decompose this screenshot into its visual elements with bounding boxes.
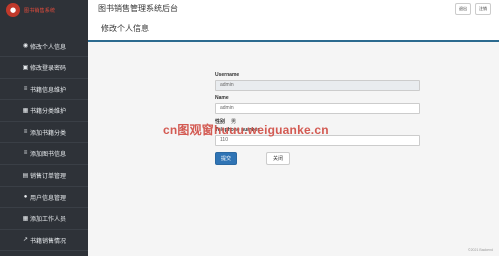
sidebar-item-change-password[interactable]: ▣ 修改登录密码 xyxy=(0,58,88,79)
page-header: 修改个人信息 xyxy=(88,16,499,42)
sidebar-item-orders[interactable]: ▤ 销售订单管理 xyxy=(0,166,88,187)
sidebar-item-label: 添加书籍分类 xyxy=(30,130,67,137)
username-label: Username xyxy=(215,72,240,78)
signout-button[interactable]: 注销 xyxy=(475,3,491,15)
sidebar-item-label: 添加工作人员 xyxy=(30,217,67,224)
top-actions: 退出 注销 xyxy=(455,3,491,15)
watermark-text: cn图观窗huuu.weiguanke.cn xyxy=(163,123,329,137)
form-actions: 提交 关闭 xyxy=(215,152,291,165)
sidebar-item-label: 添加图书信息 xyxy=(30,152,67,159)
footer-text: ©2021 Backend xyxy=(468,248,493,252)
book-icon: ▤ xyxy=(22,172,29,179)
lock-icon: ▣ xyxy=(22,64,29,71)
logo-text: 图书销售系统 xyxy=(24,7,56,14)
user-circle-icon: ◉ xyxy=(22,43,29,49)
app-title: 图书销售管理系统后台 xyxy=(98,4,178,13)
logout-button[interactable]: 退出 xyxy=(455,3,471,15)
sidebar-item-sales-stats[interactable]: ↗ 书籍销售情况 xyxy=(0,230,88,252)
sidebar: ● 图书销售系统 ◉ 修改个人信息 ▣ 修改登录密码 ≡ 书籍信息维护 ▦ 书籍… xyxy=(0,0,88,256)
list-icon: ≡ xyxy=(23,128,28,135)
page-title: 修改个人信息 xyxy=(101,24,149,33)
sidebar-item-label: 书籍销售情况 xyxy=(30,238,67,245)
close-button[interactable]: 关闭 xyxy=(266,152,291,165)
top-bar: 图书销售管理系统后台 退出 注销 xyxy=(88,0,499,17)
list-icon: ≡ xyxy=(23,150,28,157)
sidebar-item-label: 销售订单管理 xyxy=(30,174,67,181)
sidebar-nav: ◉ 修改个人信息 ▣ 修改登录密码 ≡ 书籍信息维护 ▦ 书籍分类维护 ≡ 添加… xyxy=(0,36,88,252)
sidebar-item-label: 书籍信息维护 xyxy=(30,87,67,94)
user-icon: ● xyxy=(23,193,28,200)
sidebar-item-label: 书籍分类维护 xyxy=(30,109,67,116)
submit-button[interactable]: 提交 xyxy=(215,152,238,165)
chart-icon: ↗ xyxy=(22,237,29,244)
sidebar-item-edit-profile[interactable]: ◉ 修改个人信息 xyxy=(0,36,88,57)
sidebar-item-add-staff[interactable]: ▦ 添加工作人员 xyxy=(0,209,88,230)
name-label: Name xyxy=(215,95,229,101)
grid-icon: ▦ xyxy=(22,107,29,114)
list-icon: ≡ xyxy=(23,85,28,92)
sidebar-item-add-book[interactable]: ≡ 添加图书信息 xyxy=(0,144,88,165)
name-field[interactable]: admin xyxy=(215,103,420,114)
sidebar-item-users[interactable]: ● 用户信息管理 xyxy=(0,187,88,209)
logo-icon: ● xyxy=(6,3,20,17)
sidebar-item-label: 用户信息管理 xyxy=(30,195,67,202)
sidebar-item-add-category[interactable]: ≡ 添加书籍分类 xyxy=(0,122,88,144)
sidebar-item-category-maintenance[interactable]: ▦ 书籍分类维护 xyxy=(0,101,88,122)
grid-icon: ▦ xyxy=(22,215,29,222)
brand-logo: ● 图书销售系统 xyxy=(0,0,88,20)
sidebar-item-book-maintenance[interactable]: ≡ 书籍信息维护 xyxy=(0,79,88,101)
sidebar-item-label: 修改登录密码 xyxy=(30,66,67,73)
username-field: admin xyxy=(215,80,420,91)
sidebar-item-label: 修改个人信息 xyxy=(30,44,67,51)
